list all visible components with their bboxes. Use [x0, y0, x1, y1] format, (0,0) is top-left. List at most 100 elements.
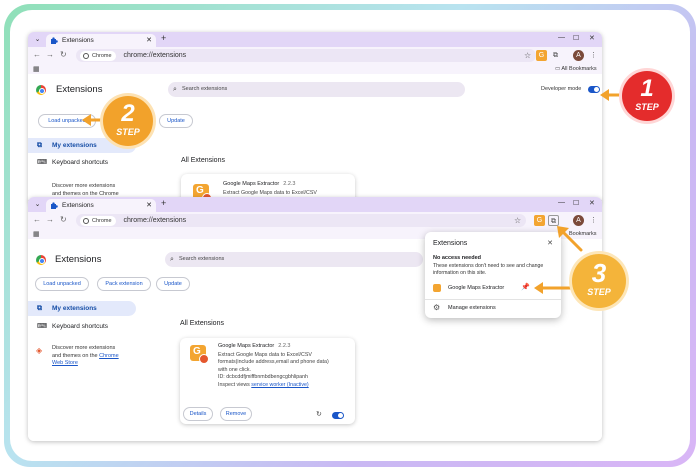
puzzle-icon — [51, 37, 58, 44]
new-tab-button[interactable]: + — [161, 33, 166, 43]
forward-icon[interactable]: → — [46, 215, 54, 224]
chrome-logo-icon — [36, 85, 46, 95]
back-icon[interactable]: ← — [33, 215, 41, 224]
minimize-button[interactable]: — — [558, 199, 565, 206]
step-label: STEP — [116, 127, 140, 137]
site-chip[interactable]: Chrome — [80, 216, 116, 226]
web-store-link[interactable]: Web Store — [52, 360, 78, 366]
apps-grid-icon[interactable]: ▦ — [33, 65, 40, 73]
search-input[interactable]: ⌕ Search extensions — [168, 82, 465, 97]
chrome-web-store-link[interactable]: Chrome — [99, 353, 119, 359]
tab-search-button[interactable]: ⌄ — [31, 34, 44, 45]
google-maps-extractor-icon — [190, 345, 209, 364]
no-access-description: These extensions don't need to see and c… — [433, 263, 544, 276]
all-bookmarks-link[interactable]: ▭ All Bookmarks — [555, 66, 597, 72]
all-extensions-heading: All Extensions — [181, 157, 225, 164]
profile-avatar[interactable]: A — [573, 50, 584, 61]
omnibox[interactable]: Chrome chrome://extensions ☆ — [76, 49, 536, 62]
back-icon[interactable]: ← — [33, 50, 41, 59]
extractor-extension-icon[interactable]: G — [536, 50, 547, 61]
no-access-heading: No access needed — [433, 255, 481, 261]
discover-line: and themes on the Chrome — [52, 190, 119, 197]
puzzle-icon: ⧉ — [37, 142, 42, 149]
close-window-button[interactable]: ✕ — [589, 199, 595, 207]
developer-mode-label: Developer mode — [541, 86, 582, 92]
extractor-extension-icon[interactable]: G — [534, 215, 545, 226]
remove-button[interactable]: Remove — [220, 407, 252, 421]
extensions-menu-popup: Extensions ✕ No access needed These exte… — [425, 232, 561, 318]
extension-menu-item[interactable]: Google Maps Extractor — [433, 285, 504, 291]
update-button[interactable]: Update — [156, 277, 190, 291]
divider — [425, 299, 561, 300]
bookmark-star-icon[interactable]: ☆ — [524, 49, 531, 62]
forward-icon[interactable]: → — [46, 50, 54, 59]
extension-card: Google Maps Extractor2.2.3 Extract Googl… — [180, 338, 355, 424]
close-window-button[interactable]: ✕ — [589, 34, 595, 42]
puzzle-icon: ⧉ — [37, 305, 42, 312]
close-tab-icon[interactable]: ✕ — [146, 34, 152, 47]
tab-title: Extensions — [62, 37, 94, 44]
sidebar-item-keyboard-shortcuts[interactable]: ⌨ Keyboard shortcuts — [28, 319, 136, 334]
extension-name: Google Maps Extractor 2.2.3 — [223, 181, 295, 187]
close-icon[interactable]: ✕ — [547, 239, 553, 247]
close-tab-icon[interactable]: ✕ — [146, 199, 152, 212]
tab-strip: ⌄ Extensions ✕ + — ☐ ✕ — [28, 197, 602, 212]
extension-enabled-toggle[interactable] — [332, 412, 344, 419]
service-worker-link[interactable]: service worker (Inactive) — [251, 382, 308, 388]
reload-icon[interactable]: ↻ — [60, 215, 67, 224]
maximize-button[interactable]: ☐ — [573, 199, 579, 207]
sidebar-label: Keyboard shortcuts — [52, 159, 109, 166]
reload-icon[interactable]: ↻ — [60, 50, 67, 59]
address-bar-row: ← → ↻ Chrome chrome://extensions ☆ G ⧉ A… — [28, 212, 602, 229]
url-text: chrome://extensions — [123, 217, 187, 224]
bookmark-star-icon[interactable]: ☆ — [514, 214, 521, 227]
sidebar-item-keyboard-shortcuts[interactable]: ⌨ Keyboard shortcuts — [28, 155, 136, 170]
tab-extensions[interactable]: Extensions ✕ — [46, 34, 156, 47]
address-bar-row: ← → ↻ Chrome chrome://extensions ☆ G ⧉ A… — [28, 47, 602, 64]
search-icon: ⌕ — [173, 86, 177, 93]
page-title: Extensions — [56, 84, 103, 95]
load-unpacked-button[interactable]: Load unpacked — [35, 277, 89, 291]
site-chip-label: Chrome — [92, 53, 112, 59]
sidebar-label: Keyboard shortcuts — [52, 323, 109, 330]
url-text: chrome://extensions — [123, 52, 187, 59]
apps-grid-icon[interactable]: ▦ — [33, 230, 40, 238]
reload-extension-icon[interactable]: ↻ — [316, 410, 322, 418]
step-3-badge: 3 STEP — [572, 254, 626, 308]
minimize-button[interactable]: — — [558, 34, 565, 41]
site-chip-label: Chrome — [92, 218, 112, 224]
pin-icon[interactable]: 📌 — [521, 283, 530, 291]
site-chip[interactable]: Chrome — [80, 51, 116, 61]
pack-extension-button[interactable]: Pack extension — [97, 277, 151, 291]
discover-text: ◈ Discover more extensions and themes on… — [28, 345, 148, 368]
new-tab-button[interactable]: + — [161, 198, 166, 208]
all-bookmarks-label: All Bookmarks — [561, 66, 597, 72]
desc-line: Extract Google Maps data to Excel/CSV — [218, 352, 312, 358]
manage-extensions-item[interactable]: Manage extensions — [433, 305, 496, 311]
sidebar-item-my-extensions[interactable]: ⧉ My extensions — [28, 301, 136, 316]
update-button[interactable]: Update — [159, 114, 193, 128]
search-input[interactable]: ⌕ Search extensions — [165, 252, 423, 267]
inspect-views-label: Inspect views — [218, 381, 250, 388]
menu-icon[interactable]: ⋮ — [588, 215, 599, 226]
chrome-icon — [83, 218, 89, 224]
step-label: STEP — [635, 102, 659, 112]
details-button[interactable]: Details — [183, 407, 213, 421]
step-1-badge: 1 STEP — [622, 71, 672, 121]
extension-id: ID: dcbcddfjmiffbnmbdbengcgbhlipanh — [218, 374, 309, 381]
menu-icon[interactable]: ⋮ — [588, 50, 599, 61]
omnibox[interactable]: Chrome chrome://extensions ☆ — [76, 214, 526, 227]
step-number: 3 — [591, 258, 607, 288]
tab-search-button[interactable]: ⌄ — [31, 199, 44, 210]
chrome-icon — [83, 53, 89, 59]
chrome-logo-icon — [36, 255, 46, 265]
step-number: 1 — [640, 75, 654, 102]
extensions-puzzle-icon[interactable]: ⧉ — [550, 50, 561, 61]
ext-name-text: Google Maps Extractor — [223, 181, 280, 187]
discover-line: Discover more extensions — [52, 183, 116, 189]
tab-extensions[interactable]: Extensions ✕ — [46, 199, 156, 212]
bookmarks-bar: ▦ ▭ All Bookmarks — [28, 64, 602, 74]
keyboard-icon: ⌨ — [37, 159, 48, 166]
search-placeholder: Search extensions — [179, 256, 225, 262]
maximize-button[interactable]: ☐ — [573, 34, 579, 42]
